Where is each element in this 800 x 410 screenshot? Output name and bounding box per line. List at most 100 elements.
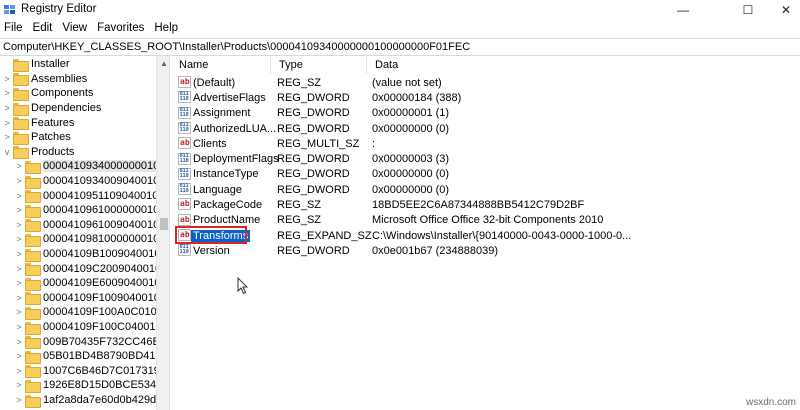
menu-help[interactable]: Help <box>150 20 184 38</box>
value-row[interactable]: ab Transforms REG_EXPAND_SZ C:\Windows\Inst… <box>171 228 800 243</box>
value-row[interactable]: 011 110 InstanceType REG_DWORD 0x00000000 (… <box>171 167 800 182</box>
value-row[interactable]: 011 110 Language REG_DWORD 0x00000000 (0) <box>171 182 800 197</box>
tree-item[interactable]: >1af2a8da7e60d0b429d7e64 <box>14 393 170 408</box>
chevron-right-icon[interactable]: > <box>14 336 24 348</box>
tree-item[interactable]: >1926E8D15D0BCE53481466 <box>14 378 169 393</box>
chevron-right-icon[interactable] <box>2 58 12 70</box>
chevron-right-icon[interactable]: > <box>14 263 24 275</box>
value-data: C:\Windows\Installer\{90140000-0043-0000… <box>372 229 632 242</box>
menu-view[interactable]: View <box>58 20 93 38</box>
tree-item[interactable]: >00004109511090400100000 <box>14 188 169 204</box>
folder-icon <box>25 233 41 247</box>
folder-icon <box>25 175 41 189</box>
window-title: Registry Editor <box>21 3 97 15</box>
key-tree[interactable]: Installer > Assemblies > Components > Dependen… <box>0 56 170 410</box>
menu-edit[interactable]: Edit <box>29 20 59 38</box>
chevron-right-icon[interactable]: > <box>14 204 24 216</box>
chevron-right-icon[interactable]: > <box>14 321 24 333</box>
tree-item[interactable]: >00004109C20090400100000 <box>14 261 169 277</box>
tree-item[interactable]: > Components <box>2 86 93 101</box>
close-button[interactable]: ✕ <box>772 0 800 20</box>
tree-item[interactable]: Installer <box>2 57 70 72</box>
tree-item[interactable]: >009B70435F732CC46B21C5 <box>14 334 169 350</box>
tree-item[interactable]: > Dependencies <box>2 101 101 116</box>
value-row[interactable]: ab PackageCode REG_SZ 18BD5EE2C6A87344888BB… <box>171 197 800 212</box>
value-row[interactable]: ab Clients REG_MULTI_SZ: <box>171 136 800 151</box>
tree-item[interactable]: >000041098100000001000000 <box>14 232 169 247</box>
chevron-right-icon[interactable]: > <box>14 219 24 231</box>
tree-item[interactable]: >00004109610090400100000 <box>14 218 169 233</box>
tree-item[interactable]: >00004109E60090400100000 <box>14 276 169 291</box>
tree-item[interactable]: >00004109F100A0C0100000 <box>14 305 169 320</box>
chevron-right-icon[interactable]: > <box>14 233 24 245</box>
chevron-right-icon[interactable]: > <box>14 394 24 406</box>
scroll-up-icon[interactable]: ▲ <box>160 59 168 68</box>
binary-value-icon: 011 110 <box>178 183 191 196</box>
chevron-right-icon[interactable]: > <box>2 102 12 114</box>
chevron-right-icon[interactable]: > <box>14 379 24 391</box>
tree-item-label: Patches <box>31 131 71 144</box>
maximize-button[interactable]: ☐ <box>725 0 771 20</box>
folder-icon <box>25 277 41 291</box>
tree-item[interactable]: >00004109B10090400100000 <box>14 247 169 262</box>
value-data: 0x00000000 (0) <box>372 183 450 196</box>
value-row[interactable]: 011 110 Version REG_DWORD 0x0e001b67 (23488… <box>171 243 800 258</box>
folder-icon <box>13 87 29 101</box>
value-row[interactable]: 011 110 AuthorizedLUA... REG_DWORD 0x000000… <box>171 121 800 136</box>
chevron-right-icon[interactable]: > <box>2 117 12 129</box>
chevron-right-icon[interactable]: > <box>14 292 24 304</box>
chevron-right-icon[interactable]: > <box>14 350 24 362</box>
tree-item[interactable]: > Patches <box>2 130 71 145</box>
value-row[interactable]: ab ProductName REG_SZ Microsoft Office Offi… <box>171 213 800 228</box>
tree-item-label: Dependencies <box>31 102 102 115</box>
folder-icon <box>25 190 41 204</box>
tree-item-label: 1af2a8da7e60d0b429d7e64 <box>43 394 170 407</box>
tree-item[interactable]: > Features <box>2 115 74 131</box>
binary-value-icon: 011 110 <box>178 121 191 134</box>
chevron-down-icon[interactable]: v <box>2 146 12 158</box>
address-bar[interactable]: Computer\HKEY_CLASSES_ROOT\Installer\Pro… <box>0 38 800 56</box>
value-data: 18BD5EE2C6A87344888BB5412C79D2BF <box>372 199 585 212</box>
tree-item[interactable]: >00004109340000000100000 <box>14 159 169 174</box>
value-row[interactable]: 011 110 DeploymentFlags REG_DWORD 0x0000000… <box>171 152 800 167</box>
title-bar: Registry Editor — ☐ ✕ <box>0 0 800 20</box>
chevron-right-icon[interactable]: > <box>14 190 24 202</box>
values-list[interactable]: Name Type Data ab (Default) REG_SZ (value n… <box>171 56 800 410</box>
tree-item[interactable]: >00004109340090400100000 <box>14 174 169 189</box>
column-header-type[interactable]: Type <box>271 56 367 74</box>
value-data: Microsoft Office Office 32-bit Component… <box>372 214 604 227</box>
chevron-right-icon[interactable]: > <box>14 175 24 187</box>
menu-favorites[interactable]: Favorites <box>93 20 150 38</box>
chevron-right-icon[interactable]: > <box>14 306 24 318</box>
chevron-right-icon[interactable]: > <box>14 248 24 260</box>
column-header-name[interactable]: Name <box>171 56 271 74</box>
tree-item[interactable]: > Assemblies <box>2 72 87 87</box>
tree-item-label: 000041098100000001000000 <box>43 233 169 246</box>
tree-item[interactable]: >00004109F10090400100000 <box>14 291 169 306</box>
tree-item[interactable]: >00004109F100C0400100000 <box>14 320 169 335</box>
value-type: REG_DWORD <box>277 107 350 120</box>
tree-item[interactable]: >05B01BD4B8790BD4187297 <box>14 349 169 364</box>
folder-icon <box>13 102 29 116</box>
tree-item-label: 1926E8D15D0BCE53481466 <box>43 379 169 392</box>
chevron-right-icon[interactable]: > <box>14 365 24 377</box>
column-header-data[interactable]: Data <box>367 56 667 74</box>
tree-scrollbar[interactable]: ▲ <box>156 56 169 410</box>
tree-item[interactable]: v Products <box>2 145 74 160</box>
value-row[interactable]: 011 110 AdvertiseFlags REG_DWORD 0x00000184… <box>171 90 800 105</box>
tree-item[interactable]: >00004109610000000100000 <box>14 203 169 218</box>
chevron-right-icon[interactable]: > <box>2 87 12 99</box>
tree-item[interactable]: >1007C6B46D7C017319E3B5 <box>14 364 169 379</box>
value-type: REG_MULTI_SZ <box>277 137 360 150</box>
chevron-right-icon[interactable]: > <box>2 131 12 143</box>
value-row[interactable]: ab (Default) REG_SZ (value not set) <box>171 75 800 90</box>
chevron-right-icon[interactable]: > <box>14 277 24 289</box>
chevron-right-icon[interactable]: > <box>2 73 12 85</box>
chevron-right-icon[interactable]: > <box>14 160 24 172</box>
folder-icon <box>25 336 41 350</box>
minimize-button[interactable]: — <box>660 0 706 20</box>
menu-file[interactable]: File <box>0 20 29 38</box>
value-name: Assignment <box>193 107 251 120</box>
value-row[interactable]: 011 110 Assignment REG_DWORD 0x00000001 (1) <box>171 106 800 121</box>
scrollbar-thumb[interactable] <box>160 218 168 230</box>
